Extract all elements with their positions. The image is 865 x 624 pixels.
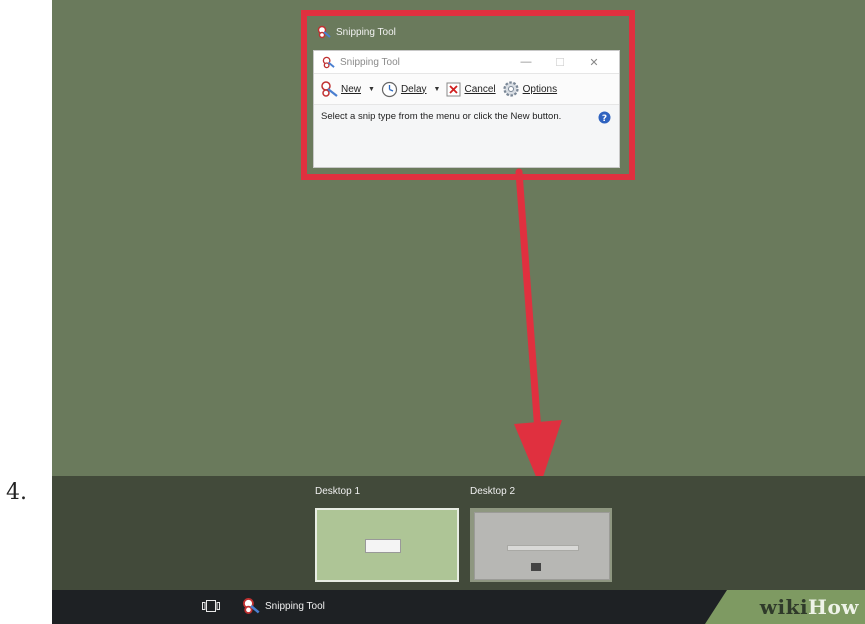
virtual-desktops-strip: Desktop 1 Desktop 2 [52, 476, 865, 590]
snipping-tool-icon [243, 598, 260, 614]
mini-icon [531, 563, 541, 571]
desktop-2-thumbnail[interactable] [470, 508, 612, 582]
task-view-icon[interactable] [202, 600, 220, 612]
taskbar: Snipping Tool wikiHow [52, 590, 865, 624]
desktop-task-view: Snipping Tool Snipping Tool — ☐ ✕ New ▼ … [52, 0, 865, 624]
search-bar-thumbnail [507, 545, 579, 551]
browser-window-thumbnail [474, 512, 610, 580]
wikihow-watermark: wikiHow [705, 590, 865, 624]
taskbar-app-label: Snipping Tool [265, 600, 325, 612]
wikihow-logo-wiki: wiki [759, 595, 809, 619]
step-number: 4. [6, 480, 27, 505]
wikihow-logo-how: How [808, 595, 859, 619]
desktop-1-label: Desktop 1 [315, 486, 361, 497]
wikihow-logo: wikiHow [760, 595, 859, 619]
desktop-2-label: Desktop 2 [470, 486, 516, 497]
taskbar-snipping-tool[interactable]: Snipping Tool [242, 597, 325, 615]
desktop-1-thumbnail[interactable] [315, 508, 459, 582]
mini-window-thumbnail [365, 539, 401, 553]
